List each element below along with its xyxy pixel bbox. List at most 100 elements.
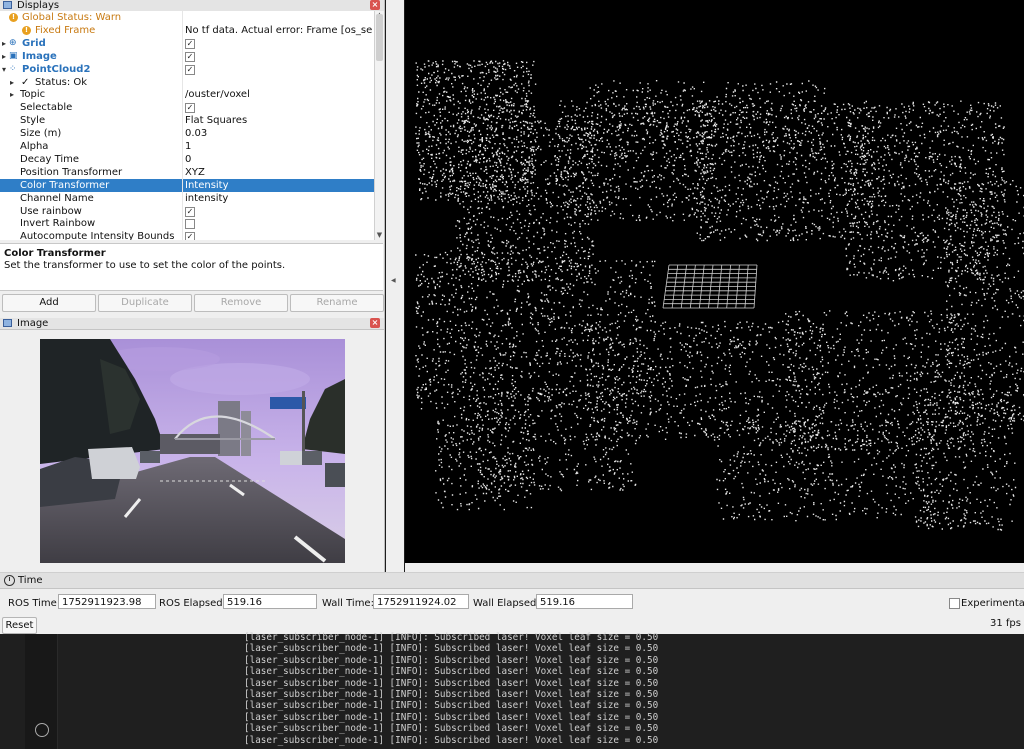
experimental-label: Experimental bbox=[961, 598, 1024, 609]
tree-row-label: Alpha bbox=[20, 141, 49, 152]
column-divider[interactable] bbox=[182, 11, 183, 240]
tree-row-label: Topic bbox=[20, 89, 46, 101]
time-panel-titlebar[interactable]: Time bbox=[0, 573, 1024, 589]
image-panel-titlebar[interactable]: Image × bbox=[0, 318, 384, 330]
image-icon bbox=[3, 319, 12, 327]
tree-row[interactable]: Channel Name intensity bbox=[0, 192, 374, 205]
tree-row-label: Decay Time bbox=[20, 153, 80, 165]
fps-readout: 31 fps bbox=[990, 618, 1021, 629]
ros-elapsed-field[interactable]: 519.16 bbox=[223, 594, 317, 609]
tree-row[interactable]: Size (m) 0.03 bbox=[0, 127, 374, 140]
tree-row[interactable]: Invert Rainbow bbox=[0, 217, 374, 230]
tree-row-label: Style bbox=[20, 115, 46, 127]
tree-row[interactable]: ▸ ✓ Status: Ok bbox=[0, 76, 374, 89]
tree-row[interactable]: Autocompute Intensity Bounds ✓ bbox=[0, 230, 374, 240]
terminal-line: [laser_subscriber_node-1] [INFO]: Subscr… bbox=[244, 734, 659, 746]
pointcloud-icon: ⁘ bbox=[9, 63, 17, 74]
tree-row[interactable]: Style Flat Squares bbox=[0, 114, 374, 127]
tree-row-value[interactable]: /ouster/voxel bbox=[185, 88, 373, 101]
check-status-icon: ✓ bbox=[21, 76, 30, 88]
enable-checkbox[interactable]: ✓ bbox=[185, 51, 195, 62]
tree-row-label: Position Transformer bbox=[20, 166, 123, 178]
expand-arrow-icon[interactable]: ▸ bbox=[10, 88, 14, 101]
enable-checkbox[interactable]: ✓ bbox=[185, 38, 195, 49]
expand-arrow-icon[interactable]: ▸ bbox=[2, 37, 6, 50]
tree-row[interactable]: Selectable ✓ bbox=[0, 101, 374, 114]
wall-time-label: Wall Time: bbox=[322, 598, 374, 609]
tree-row-value[interactable]: 1 bbox=[185, 140, 373, 153]
panel-splitter[interactable]: ◀ bbox=[386, 0, 404, 572]
add-button[interactable]: Add bbox=[2, 294, 96, 312]
tree-row[interactable]: ⁘ ▾ PointCloud2 ✓ bbox=[0, 63, 374, 76]
remove-button[interactable]: Remove bbox=[194, 294, 288, 312]
rename-button[interactable]: Rename bbox=[290, 294, 384, 312]
wall-elapsed-field[interactable]: 519.16 bbox=[536, 594, 633, 609]
terminal-line: [laser_subscriber_node-1] [INFO]: Subscr… bbox=[244, 643, 659, 655]
close-icon[interactable]: × bbox=[370, 318, 380, 328]
scroll-down-icon[interactable]: ▼ bbox=[375, 231, 384, 239]
tree-row-label: Size (m) bbox=[20, 128, 62, 140]
tree-row[interactable]: Color Transformer Intensity bbox=[0, 178, 374, 192]
ros-elapsed-label: ROS Elapsed: bbox=[159, 598, 226, 609]
render-3d-view[interactable] bbox=[405, 0, 1024, 563]
image-icon: ▣ bbox=[9, 50, 18, 61]
enable-checkbox[interactable]: ✓ bbox=[185, 232, 195, 240]
experimental-checkbox[interactable] bbox=[949, 598, 960, 609]
tree-row-label: PointCloud2 bbox=[22, 63, 91, 75]
tree-row[interactable]: ▸ Topic/ouster/voxel bbox=[0, 88, 374, 101]
wall-time-field[interactable]: 1752911924.02 bbox=[373, 594, 469, 609]
time-panel: Time ROS Time: 1752911923.98 ROS Elapsed… bbox=[0, 572, 1024, 635]
expand-arrow-icon[interactable]: ▾ bbox=[2, 63, 6, 76]
clock-icon bbox=[4, 575, 15, 586]
tree-row[interactable]: Position Transformer XYZ bbox=[0, 166, 374, 179]
account-icon[interactable] bbox=[35, 723, 49, 737]
collapse-arrow-icon[interactable]: ◀ bbox=[391, 277, 396, 284]
monitor-icon bbox=[3, 1, 12, 9]
ros-time-field[interactable]: 1752911923.98 bbox=[58, 594, 156, 609]
expand-arrow-icon[interactable]: ▸ bbox=[10, 76, 14, 89]
tree-row-value[interactable]: Flat Squares bbox=[185, 114, 373, 127]
close-icon[interactable]: × bbox=[370, 0, 380, 10]
camera-image bbox=[40, 339, 345, 563]
description-text: Set the transformer to use to set the co… bbox=[4, 260, 286, 271]
grid-display bbox=[662, 264, 758, 309]
tree-row-value[interactable]: intensity bbox=[185, 192, 373, 205]
time-panel-title: Time bbox=[18, 575, 43, 586]
terminal-line: [laser_subscriber_node-1] [INFO]: Subscr… bbox=[244, 677, 659, 689]
enable-checkbox[interactable]: ✓ bbox=[185, 103, 195, 114]
enable-checkbox[interactable] bbox=[185, 219, 195, 230]
tree-row-label: Use rainbow bbox=[20, 205, 82, 217]
displays-title: Displays bbox=[17, 0, 60, 11]
tree-row-label: Color Transformer bbox=[20, 179, 110, 191]
displays-panel: Displays × ! Global Status: Warn! Fixed Fr… bbox=[0, 0, 385, 318]
tree-row-value[interactable]: No tf data. Actual error: Frame [os_se… bbox=[185, 24, 373, 37]
duplicate-button[interactable]: Duplicate bbox=[98, 294, 192, 312]
terminal-line: [laser_subscriber_node-1] [INFO]: Subscr… bbox=[244, 689, 659, 700]
tree-row-label: Invert Rainbow bbox=[20, 218, 96, 230]
image-panel: Image × bbox=[0, 318, 385, 572]
tree-row[interactable]: ▣ ▸ Image ✓ bbox=[0, 50, 374, 63]
tree-row-value[interactable]: 0.03 bbox=[185, 127, 373, 140]
enable-checkbox[interactable]: ✓ bbox=[185, 206, 195, 217]
tree-row[interactable]: Use rainbow ✓ bbox=[0, 205, 374, 218]
tree-row[interactable]: ⊕ ▸ Grid ✓ bbox=[0, 37, 374, 50]
tree-row[interactable]: Decay Time 0 bbox=[0, 153, 374, 166]
scrollbar-thumb[interactable] bbox=[376, 14, 383, 61]
tree-row-value[interactable]: Intensity bbox=[185, 179, 373, 192]
expand-arrow-icon[interactable]: ▸ bbox=[2, 50, 6, 63]
tree-row[interactable]: ! Global Status: Warn bbox=[0, 11, 374, 24]
tree-row-value[interactable]: XYZ bbox=[185, 166, 373, 179]
tree-row-value[interactable]: 0 bbox=[185, 153, 373, 166]
tree-scrollbar[interactable]: ▲ ▼ bbox=[374, 11, 384, 240]
tree-row[interactable]: Alpha 1 bbox=[0, 140, 374, 153]
tree-row-label: Grid bbox=[22, 37, 46, 49]
view-border bbox=[405, 563, 1024, 572]
tree-row-label: Autocompute Intensity Bounds bbox=[20, 231, 175, 240]
grid-icon: ⊕ bbox=[9, 37, 17, 48]
tree-row[interactable]: ! Fixed Frame No tf data. Actual error: Fr… bbox=[0, 24, 374, 37]
ros-time-label: ROS Time: bbox=[8, 598, 61, 609]
tree-row-label: Selectable bbox=[20, 102, 73, 114]
reset-button[interactable]: Reset bbox=[2, 617, 37, 634]
enable-checkbox[interactable]: ✓ bbox=[185, 64, 195, 75]
description-title: Color Transformer bbox=[4, 248, 106, 259]
